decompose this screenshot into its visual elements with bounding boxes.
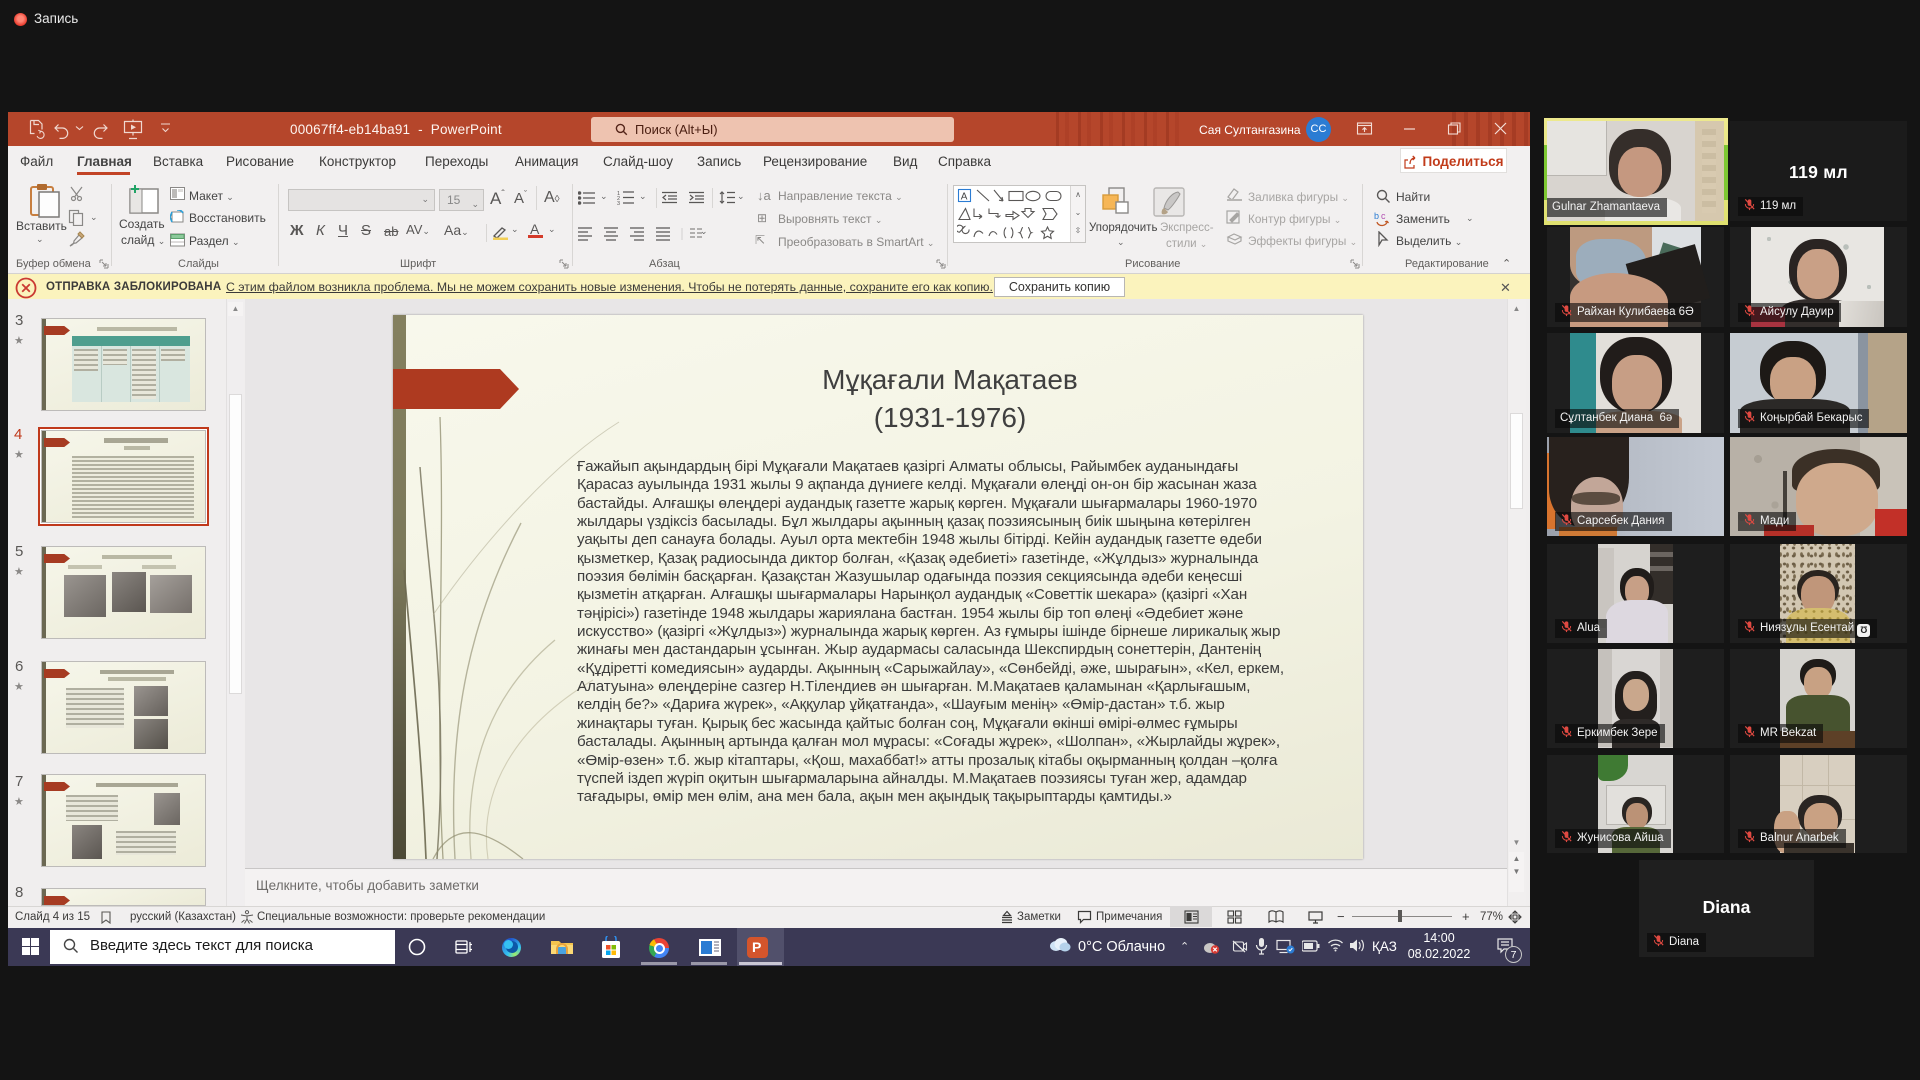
- svg-text:c: c: [1381, 211, 1386, 221]
- svg-text:3: 3: [617, 201, 620, 205]
- svg-text:b: b: [1374, 211, 1379, 221]
- svg-text:A: A: [961, 192, 968, 203]
